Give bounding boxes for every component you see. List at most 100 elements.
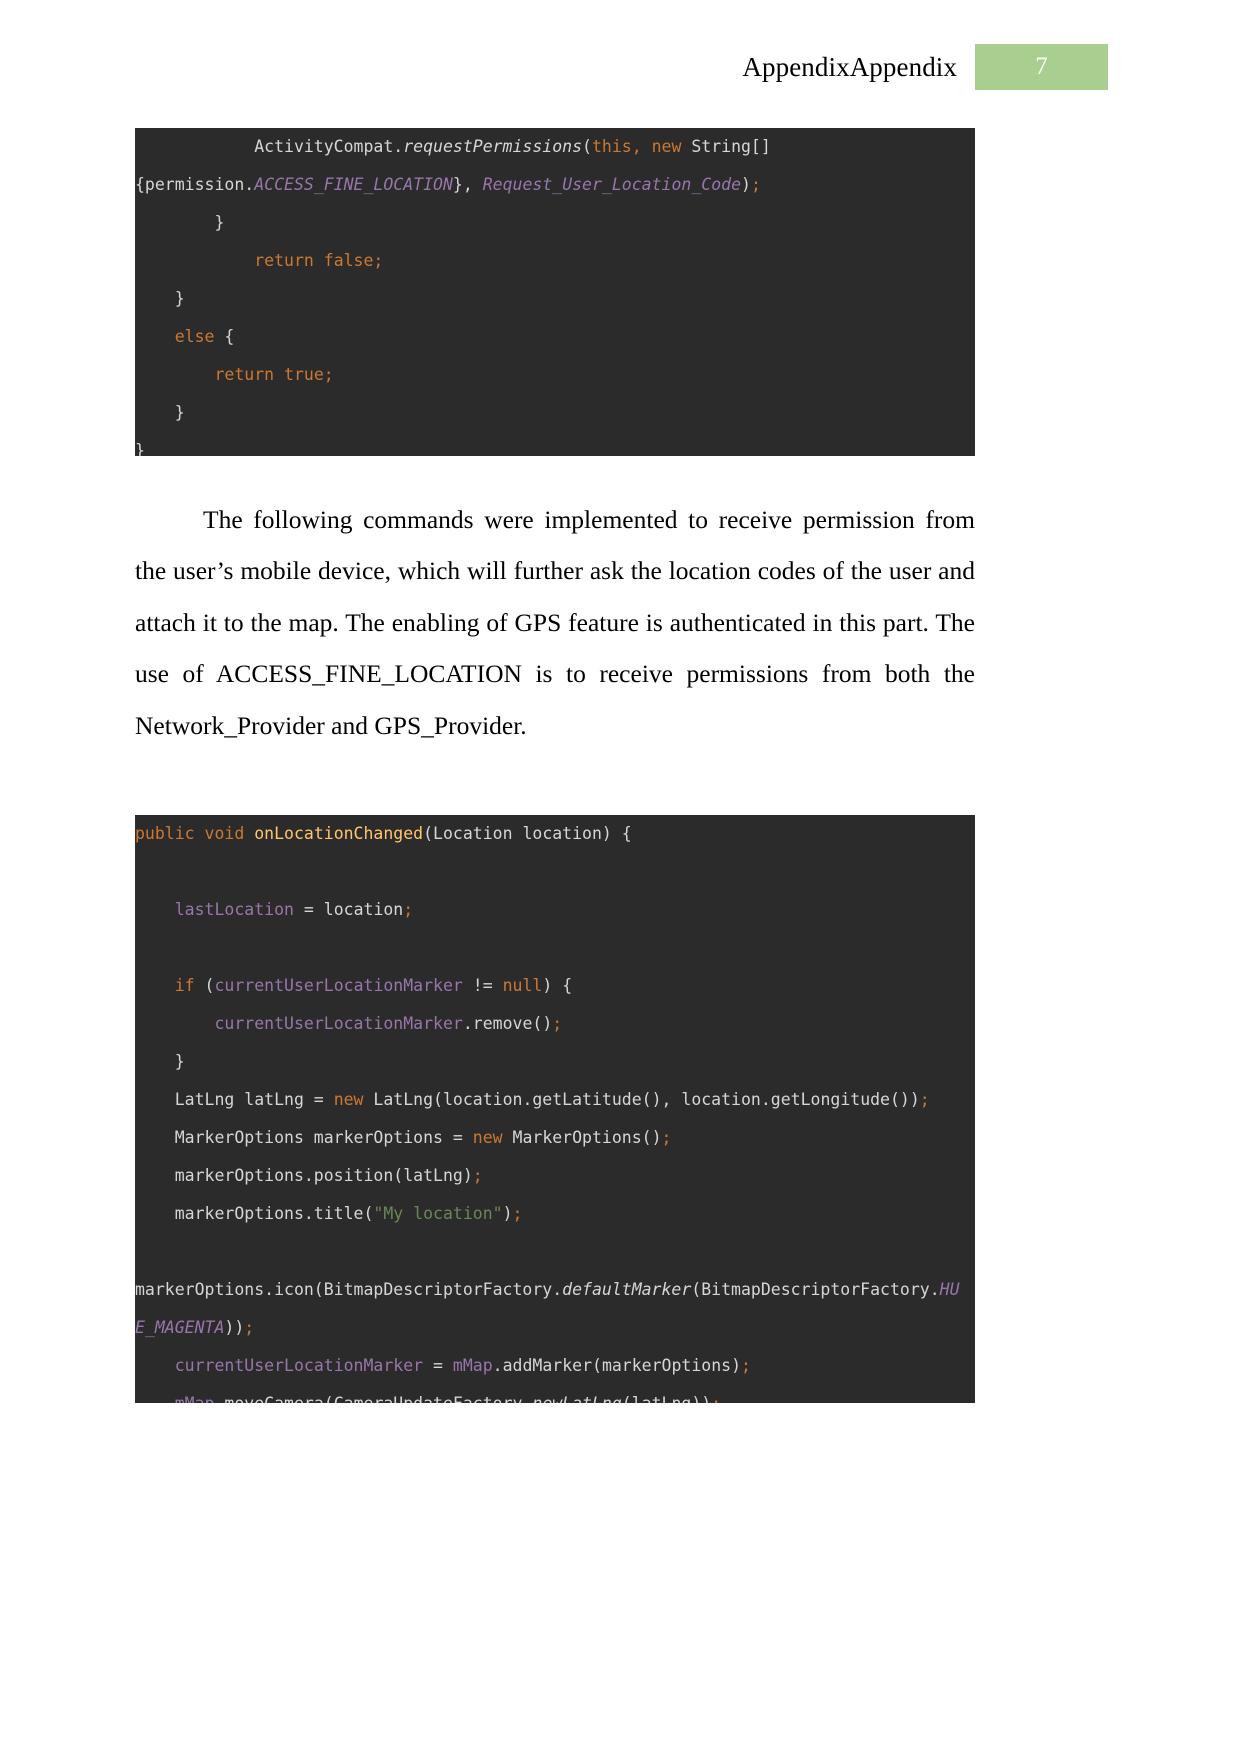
code-token: defaultMarker	[562, 1280, 692, 1299]
code-token: .addMarker(markerOptions)	[492, 1356, 742, 1375]
code-token: ;	[403, 900, 414, 919]
running-header: AppendixAppendix 7	[135, 44, 1108, 90]
code-line: }	[135, 432, 975, 456]
code-line: currentUserLocationMarker.remove();	[135, 1005, 975, 1043]
code-line: return false;	[135, 242, 975, 280]
code-line: ActivityCompat.requestPermissions(this, …	[135, 128, 975, 166]
header-title: AppendixAppendix	[742, 52, 957, 82]
code-token: MarkerOptions markerOptions =	[135, 1128, 473, 1147]
code-token: = location	[293, 900, 404, 919]
code-token: this,	[591, 137, 652, 156]
code-token: (	[194, 976, 215, 995]
code-token: .remove()	[462, 1014, 553, 1033]
code-token: String[]	[691, 137, 771, 156]
code-token: {permission.	[135, 175, 255, 194]
code-token: mMap	[175, 1394, 215, 1403]
code-token: requestPermissions	[403, 137, 583, 156]
code-token: markerOptions.position(latLng)	[135, 1166, 473, 1185]
code-token: E_MAGENTA	[135, 1318, 225, 1337]
code-token: (	[582, 137, 592, 156]
code-line: if (currentUserLocationMarker != null) {	[135, 967, 975, 1005]
code-token: }	[135, 441, 145, 456]
code-token: Request_User_Location_Code	[482, 175, 741, 194]
code-token: lastLocation	[174, 900, 294, 919]
body-paragraph: The following commands were implemented …	[135, 504, 975, 740]
page-number: 7	[1035, 53, 1048, 80]
code-token: (BitmapDescriptorFactory.	[691, 1280, 940, 1299]
code-token: ;	[919, 1090, 930, 1109]
code-line: }	[135, 204, 975, 242]
code-token: ;	[741, 1356, 751, 1375]
code-line: }	[135, 1043, 975, 1081]
code-token: mMap	[452, 1356, 493, 1375]
code-line: currentUserLocationMarker = mMap.addMark…	[135, 1347, 975, 1385]
code-line: MarkerOptions markerOptions = new Marker…	[135, 1119, 975, 1157]
code-token: "My location"	[373, 1204, 503, 1223]
code-token: if	[174, 976, 195, 995]
code-token: return true;	[214, 365, 334, 384]
code-token: }	[135, 289, 185, 308]
code-token: new	[333, 1090, 364, 1109]
code-token: {	[214, 327, 235, 346]
code-token: !=	[462, 976, 503, 995]
code-token: ;	[750, 175, 761, 194]
code-line: public void onLocationChanged(Location l…	[135, 815, 975, 853]
code-token: void	[204, 824, 255, 843]
code-token: ;	[512, 1204, 523, 1223]
code-token: ActivityCompat.	[135, 137, 404, 156]
code-line: mMap.moveCamera(CameraUpdateFactory.newL…	[135, 1385, 975, 1403]
code-line: markerOptions.title("My location");	[135, 1195, 975, 1233]
code-token: null	[502, 976, 543, 995]
code-token: )	[502, 1204, 513, 1223]
code-token: else	[174, 327, 215, 346]
code-token: markerOptions.title(	[135, 1204, 374, 1223]
page-number-badge: 7	[975, 44, 1108, 90]
code-token: ACCESS_FINE_LOCATION	[254, 175, 453, 194]
code-token: onLocationChanged	[254, 824, 424, 843]
code-token: ))	[224, 1318, 245, 1337]
code-line: markerOptions.icon(BitmapDescriptorFacto…	[135, 1271, 975, 1309]
code-token: .moveCamera(CameraUpdateFactory.	[215, 1394, 533, 1403]
code-token: ;	[244, 1318, 255, 1337]
code-token: LatLng latLng =	[135, 1090, 334, 1109]
code-token: currentUserLocationMarker	[174, 1356, 424, 1375]
code-token: ;	[472, 1166, 483, 1185]
code-token: new	[472, 1128, 503, 1147]
code-token: ;	[661, 1128, 672, 1147]
code-token: ;	[711, 1394, 721, 1403]
code-token: public	[135, 824, 205, 843]
code-line: {permission.ACCESS_FINE_LOCATION}, Reque…	[135, 166, 975, 204]
code-token: currentUserLocationMarker	[214, 976, 463, 995]
code-token: (Location location) {	[423, 824, 632, 843]
code-token: (latLng))	[622, 1394, 711, 1403]
code-token: newLatLng	[532, 1394, 621, 1403]
code-token: new	[651, 137, 692, 156]
code-token: }	[135, 1052, 185, 1071]
code-token: markerOptions.icon(BitmapDescriptorFacto…	[135, 1280, 563, 1299]
code-token: ;	[552, 1014, 563, 1033]
code-token: }	[135, 403, 185, 422]
code-token: LatLng(location.getLatitude(), location.…	[363, 1090, 920, 1109]
code-line: LatLng latLng = new LatLng(location.getL…	[135, 1081, 975, 1119]
code-token: HU	[939, 1280, 960, 1299]
code-line: return true;	[135, 356, 975, 394]
code-token: MarkerOptions()	[502, 1128, 662, 1147]
code-token: =	[423, 1356, 453, 1375]
code-token: )	[741, 175, 751, 194]
code-line: lastLocation = location;	[135, 891, 975, 929]
code-block-onlocationchanged: public void onLocationChanged(Location l…	[135, 815, 975, 1403]
code-line: }	[135, 394, 975, 432]
code-token: ) {	[542, 976, 573, 995]
code-line: markerOptions.position(latLng);	[135, 1157, 975, 1195]
code-block-permissions: ActivityCompat.requestPermissions(this, …	[135, 128, 975, 456]
